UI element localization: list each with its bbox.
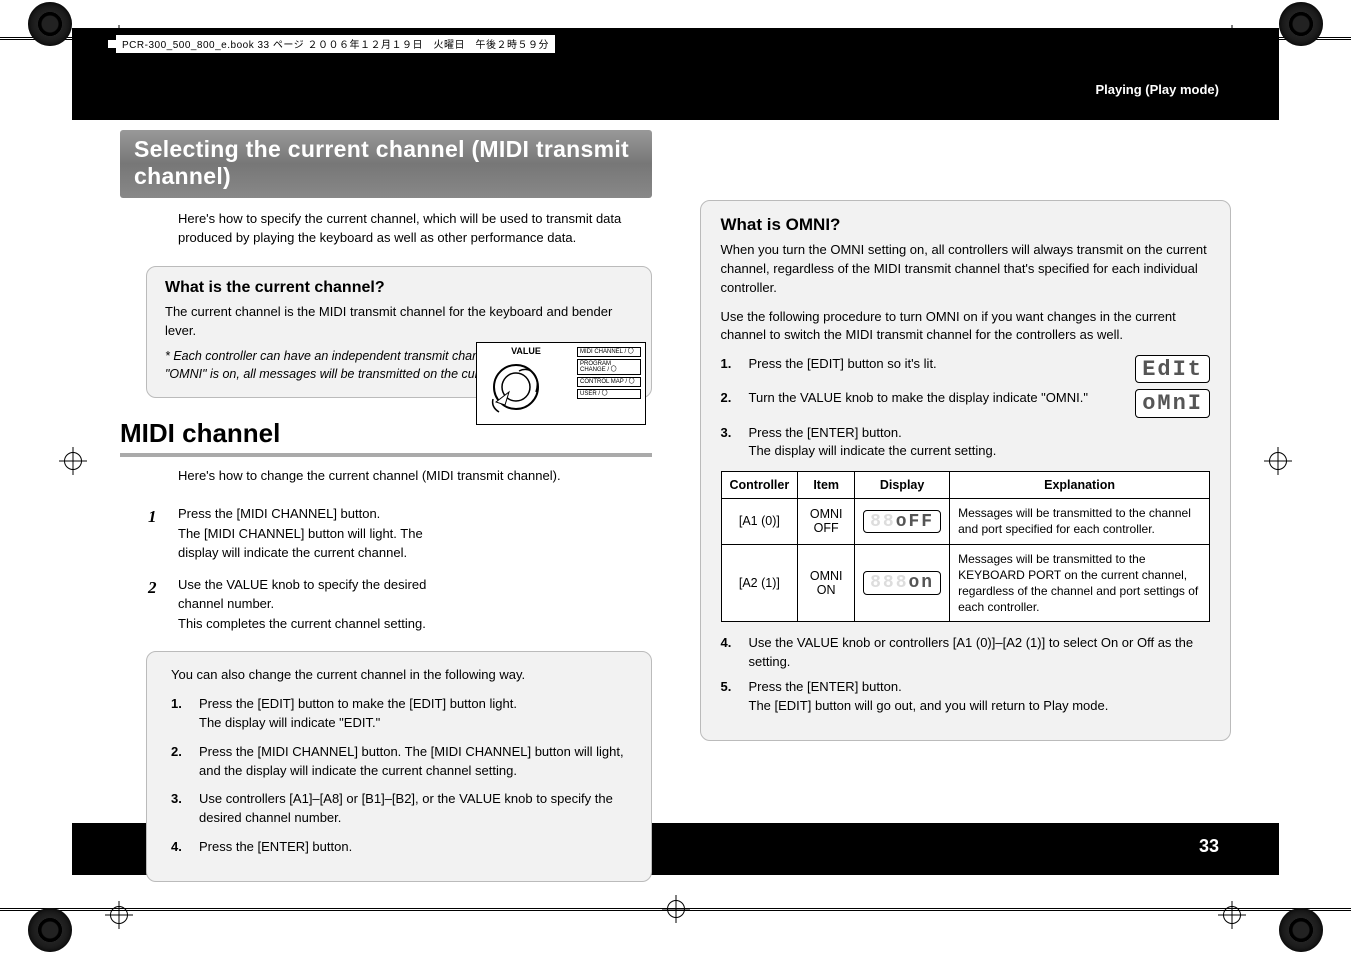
illus-value-label: VALUE — [481, 347, 571, 357]
omni-p2: Use the following procedure to turn OMNI… — [721, 308, 1211, 346]
omni-step-5: 5. Press the [ENTER] button. The [EDIT] … — [721, 678, 1211, 716]
midi-intro: Here's how to change the current channel… — [120, 467, 652, 486]
omni-step-text: Turn the VALUE knob to make the display … — [749, 389, 1120, 408]
alt-step-1: 1.Press the [EDIT] button to make the [E… — [171, 695, 633, 733]
corner-rosette-br — [1279, 908, 1323, 952]
alt-step-4: 4.Press the [ENTER] button. — [171, 838, 633, 857]
file-info-tag: PCR-300_500_800_e.book 33 ページ ２００６年１２月１９… — [115, 34, 556, 54]
lcd-display-edit: EdIt — [1135, 355, 1210, 383]
cell-controller: [A2 (1)] — [721, 544, 798, 622]
midi-step-2: 2 Use the VALUE knob to specify the desi… — [148, 575, 452, 634]
alt-step-text: Press the [MIDI CHANNEL] button. The [MI… — [199, 743, 633, 781]
illus-btn-program: PROGRAM CHANGE / 〇 — [577, 359, 641, 375]
omni-step-text: Press the [ENTER] button. The [EDIT] but… — [749, 678, 1211, 716]
corner-rosette-tr — [1279, 2, 1323, 46]
box-current-body: The current channel is the MIDI transmit… — [165, 303, 633, 341]
alt-steps: 1.Press the [EDIT] button to make the [E… — [171, 695, 633, 857]
corner-rosette-bl — [28, 908, 72, 952]
table-row: [A1 (0)] OMNI OFF 88oFF Messages will be… — [721, 499, 1210, 544]
table-row: [A2 (1)] OMNI ON 888on Messages will be … — [721, 544, 1210, 622]
reg-target-bc — [667, 900, 685, 918]
alt-lead: You can also change the current channel … — [171, 666, 633, 685]
box-omni: What is OMNI? When you turn the OMNI set… — [700, 200, 1232, 741]
right-column: What is OMNI? When you turn the OMNI set… — [700, 130, 1232, 874]
box-alt-method: You can also change the current channel … — [146, 651, 652, 882]
cell-display: 88oFF — [855, 499, 950, 544]
corner-rosette-tl — [28, 2, 72, 46]
box-current-title: What is the current channel? — [165, 279, 633, 297]
illus-btn-user: USER / 〇 — [577, 389, 641, 399]
cell-item: OMNI ON — [798, 544, 855, 622]
cell-display: 888on — [855, 544, 950, 622]
omni-step-text: Press the [ENTER] button. The display wi… — [749, 424, 1211, 462]
omni-step-3: 3. Press the [ENTER] button. The display… — [721, 424, 1211, 462]
illus-btn-midi: MIDI CHANNEL / 〇 — [577, 347, 641, 357]
omni-step-2: 2. Turn the VALUE knob to make the displ… — [721, 389, 1211, 417]
omni-title: What is OMNI? — [721, 215, 1211, 235]
omni-step-4: 4. Use the VALUE knob or controllers [A1… — [721, 634, 1211, 672]
alt-step-text: Use controllers [A1]–[A8] or [B1]–[B2], … — [199, 790, 633, 828]
step-number: 2 — [148, 575, 166, 634]
illus-btn-control: CONTROL MAP / 〇 — [577, 377, 641, 387]
reg-target-ml — [64, 452, 82, 470]
cell-explanation: Messages will be transmitted to the KEYB… — [950, 544, 1210, 622]
reg-target-mr — [1269, 452, 1287, 470]
lcd-display-omni: oMnI — [1135, 389, 1210, 417]
cell-item: OMNI OFF — [798, 499, 855, 544]
midi-steps: 1 Press the [MIDI CHANNEL] button. The [… — [120, 504, 652, 633]
step-number: 1 — [148, 504, 166, 563]
alt-step-2: 2.Press the [MIDI CHANNEL] button. The [… — [171, 743, 633, 781]
intro-paragraph: Here's how to specify the current channe… — [120, 210, 652, 248]
value-knob-illustration: VALUE MIDI CHANNEL / 〇 PROGRAM CHANGE / … — [476, 342, 646, 425]
left-column: Selecting the current channel (MIDI tran… — [120, 130, 652, 874]
omni-table: Controller Item Display Explanation [A1 … — [721, 471, 1211, 622]
knob-icon — [481, 357, 551, 417]
step-text: Use the VALUE knob to specify the desire… — [178, 575, 452, 634]
th-item: Item — [798, 472, 855, 499]
omni-step-text: Press the [EDIT] button so it's lit. — [749, 355, 1120, 374]
alt-step-3: 3.Use controllers [A1]–[A8] or [B1]–[B2]… — [171, 790, 633, 828]
heading-main: Selecting the current channel (MIDI tran… — [120, 130, 652, 198]
step-text: Press the [MIDI CHANNEL] button. The [MI… — [178, 504, 452, 563]
omni-step-text: Use the VALUE knob or controllers [A1 (0… — [749, 634, 1211, 672]
cell-explanation: Messages will be transmitted to the chan… — [950, 499, 1210, 544]
breadcrumb: Playing (Play mode) — [1095, 82, 1219, 97]
th-controller: Controller — [721, 472, 798, 499]
th-display: Display — [855, 472, 950, 499]
reg-target-bl — [110, 906, 128, 924]
alt-step-text: Press the [EDIT] button to make the [EDI… — [199, 695, 517, 733]
reg-target-br — [1223, 906, 1241, 924]
cell-controller: [A1 (0)] — [721, 499, 798, 544]
page-content: Selecting the current channel (MIDI tran… — [120, 130, 1231, 874]
alt-step-text: Press the [ENTER] button. — [199, 838, 352, 857]
th-explanation: Explanation — [950, 472, 1210, 499]
omni-p1: When you turn the OMNI setting on, all c… — [721, 241, 1211, 298]
omni-step-1: 1. Press the [EDIT] button so it's lit. … — [721, 355, 1211, 383]
midi-step-1: 1 Press the [MIDI CHANNEL] button. The [… — [148, 504, 452, 563]
